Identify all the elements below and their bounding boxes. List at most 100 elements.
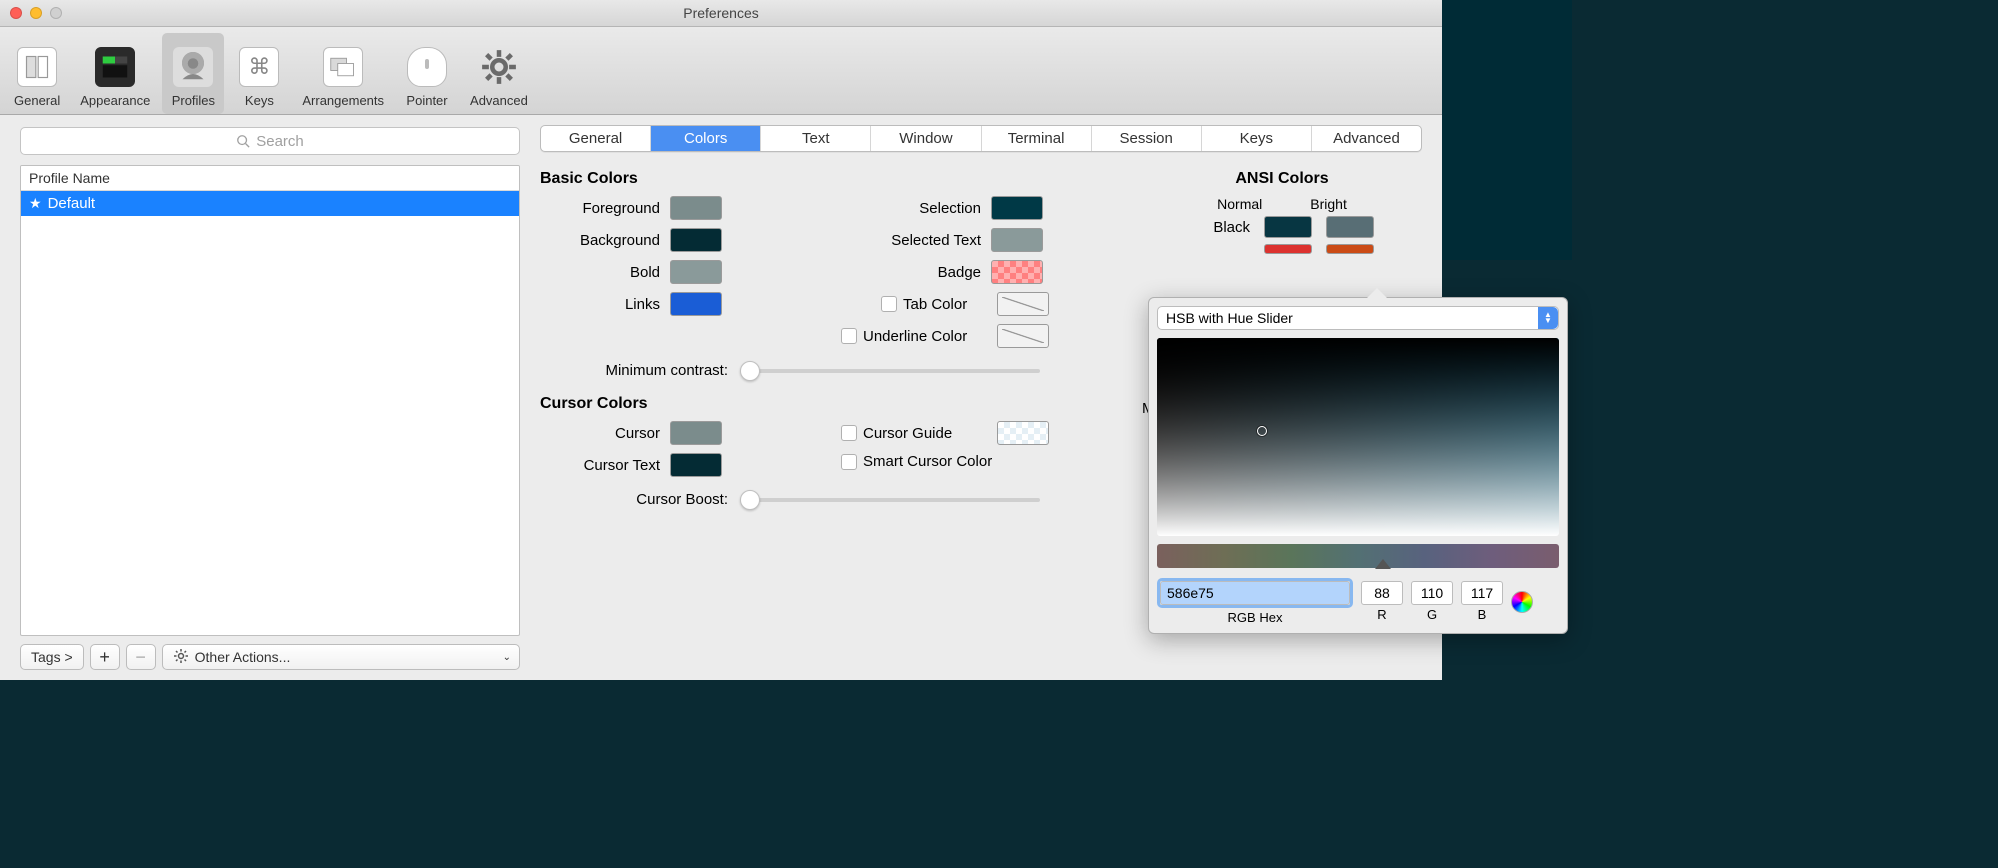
min-contrast-knob[interactable] [740,361,760,381]
ansi-black-bright[interactable] [1326,216,1374,238]
toolbar-profiles[interactable]: Profiles [162,33,224,114]
titlebar: Preferences [0,0,1442,27]
add-profile-button[interactable]: + [90,644,120,670]
cursor-label: Cursor [540,425,670,442]
g-label: G [1427,607,1437,622]
underline-color-checkbox[interactable] [841,328,857,344]
cursor-text-swatch[interactable] [670,453,722,477]
tab-keys[interactable]: Keys [1202,126,1312,151]
tab-color-label: Tab Color [903,296,997,313]
hex-field-wrap: RGB Hex [1157,578,1353,625]
g-input[interactable] [1411,581,1453,605]
links-swatch[interactable] [670,292,722,316]
tab-window[interactable]: Window [871,126,981,151]
tab-color-swatch[interactable] [997,292,1049,316]
hue-slider[interactable] [1157,544,1559,568]
ansi-headers: Normal Bright [1217,196,1347,212]
tab-general[interactable]: General [541,126,651,151]
profile-tabs: General Colors Text Window Terminal Sess… [540,125,1422,152]
minimize-window-button[interactable] [30,7,42,19]
other-actions-menu[interactable]: Other Actions... ⌄ [162,644,520,670]
smart-cursor-label: Smart Cursor Color [863,453,1002,470]
badge-swatch[interactable] [991,260,1043,284]
remove-profile-button[interactable]: − [126,644,156,670]
plus-icon: + [99,647,110,668]
tab-colors[interactable]: Colors [651,126,761,151]
tab-text[interactable]: Text [761,126,871,151]
profiles-search[interactable]: Search [20,127,520,155]
toolbar-pointer[interactable]: Pointer [396,33,458,114]
toolbar-pointer-label: Pointer [406,93,447,108]
sv-cursor[interactable] [1257,426,1267,436]
sv-field[interactable] [1157,338,1559,536]
ansi-bright-header: Bright [1310,196,1347,212]
toolbar-appearance-label: Appearance [80,93,150,108]
ansi-title: ANSI Colors [1235,170,1328,188]
underline-color-swatch[interactable] [997,324,1049,348]
ansi-black-normal[interactable] [1264,216,1312,238]
general-icon [17,47,57,87]
toolbar-appearance[interactable]: Appearance [72,33,158,114]
r-label: R [1377,607,1386,622]
chevron-up-down-icon: ▲▼ [1538,307,1558,329]
picker-mode-select[interactable]: HSB with Hue Slider ▲▼ [1157,306,1559,330]
selected-text-swatch[interactable] [991,228,1043,252]
hue-pointer[interactable] [1375,559,1391,569]
b-label: B [1478,607,1487,622]
toolbar-advanced[interactable]: Advanced [462,33,536,114]
background-swatch[interactable] [670,228,722,252]
toolbar-arrangements-label: Arrangements [302,93,384,108]
picker-arrow [1367,288,1387,298]
underline-color-label: Underline Color [863,328,997,345]
window-title: Preferences [0,5,1442,21]
cursor-guide-swatch[interactable] [997,421,1049,445]
toolbar-general-label: General [14,93,60,108]
toolbar-general[interactable]: General [6,33,68,114]
tab-session[interactable]: Session [1092,126,1202,151]
ansi-red-normal[interactable] [1264,244,1312,254]
tab-color-checkbox[interactable] [881,296,897,312]
bold-swatch[interactable] [670,260,722,284]
hex-input[interactable] [1160,581,1350,605]
min-contrast-track[interactable] [740,369,1040,373]
badge-label: Badge [841,264,991,281]
keys-icon: ⌘ [239,47,279,87]
ansi-black-label: Black [1190,219,1250,236]
minus-icon: − [135,647,146,668]
foreground-swatch[interactable] [670,196,722,220]
cursor-guide-label: Cursor Guide [863,425,997,442]
cursor-guide-checkbox[interactable] [841,425,857,441]
profile-row-default[interactable]: ★ Default [21,191,519,216]
tab-advanced[interactable]: Advanced [1312,126,1421,151]
ansi-normal-header: Normal [1217,196,1262,212]
picker-inputs: RGB Hex R G B [1157,578,1559,625]
cursor-boost-knob[interactable] [740,490,760,510]
left-pane: Search Profile Name ★ Default Tags > + −… [0,115,530,680]
toolbar: General Appearance Profiles ⌘ Keys Arran… [0,27,1442,115]
toolbar-keys-label: Keys [245,93,274,108]
close-window-button[interactable] [10,7,22,19]
ansi-row-black: Black [1190,216,1374,238]
tags-button[interactable]: Tags > [20,644,84,670]
toolbar-keys[interactable]: ⌘ Keys [228,33,290,114]
selection-swatch[interactable] [991,196,1043,220]
gear-icon [173,648,189,667]
cursor-boost-label: Cursor Boost: [540,491,740,508]
cursor-boost-track[interactable] [740,498,1040,502]
cursor-swatch[interactable] [670,421,722,445]
toolbar-arrangements[interactable]: Arrangements [294,33,392,114]
smart-cursor-checkbox[interactable] [841,454,857,470]
zoom-window-button[interactable] [50,7,62,19]
ansi-red-bright[interactable] [1326,244,1374,254]
r-input[interactable] [1361,581,1403,605]
cursor-boost-slider[interactable]: Cursor Boost: [540,491,1142,508]
foreground-label: Foreground [540,200,670,217]
min-contrast-slider[interactable]: Minimum contrast: [540,362,1142,379]
tab-terminal[interactable]: Terminal [982,126,1092,151]
pointer-icon [407,47,447,87]
color-wheel-icon[interactable] [1511,591,1533,613]
profiles-list-header: Profile Name [21,166,519,191]
basic-colors-title: Basic Colors [540,170,1142,188]
b-input[interactable] [1461,581,1503,605]
traffic-lights [0,7,62,19]
